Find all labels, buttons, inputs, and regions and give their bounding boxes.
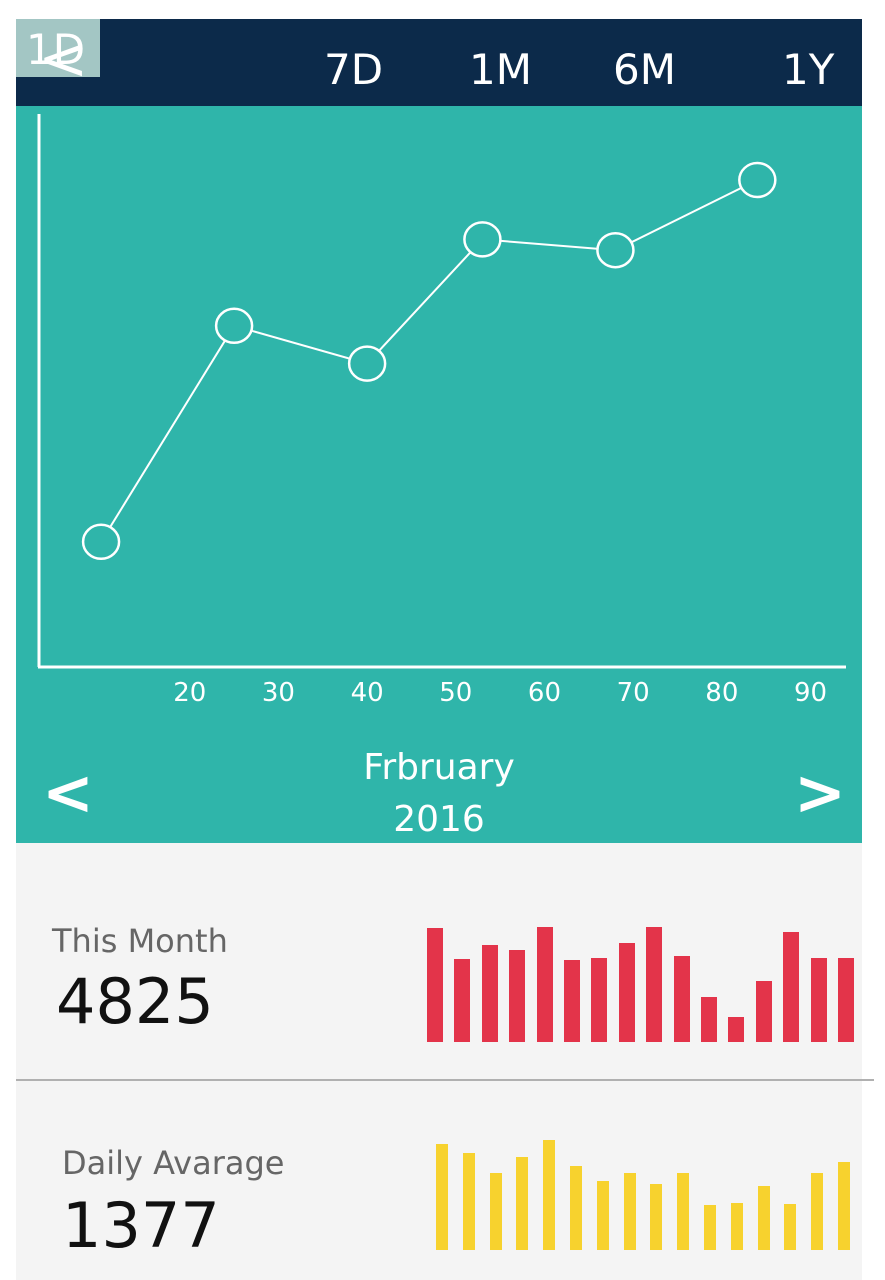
bar [838, 1162, 850, 1250]
x-tick-label: 60 [528, 678, 561, 708]
bar [701, 997, 717, 1042]
range-tab-7d[interactable]: 7D [324, 49, 383, 91]
bar [618, 942, 635, 1042]
data-point [738, 161, 777, 199]
bar [810, 957, 827, 1042]
bar [536, 926, 553, 1042]
bar [730, 1202, 743, 1250]
bar [509, 950, 526, 1042]
this-month-label: This Month [52, 922, 228, 960]
x-tick-label: 90 [794, 678, 827, 708]
x-tick-label: 30 [262, 678, 295, 708]
bar [516, 1156, 529, 1250]
range-tab-1y[interactable]: 1Y [782, 49, 834, 91]
this-month-panel: This Month 4825 [16, 843, 862, 1079]
data-point [596, 231, 635, 269]
year-label: 2016 [393, 799, 485, 840]
this-month-value: 4825 [56, 965, 214, 1038]
previous-month-button[interactable]: < [42, 762, 94, 824]
bar [673, 956, 690, 1042]
bar [462, 1153, 475, 1250]
bar [591, 957, 608, 1042]
bar [543, 1140, 556, 1250]
bar [784, 1203, 797, 1250]
bar [436, 1144, 448, 1250]
bar [454, 958, 471, 1042]
x-tick-label: 80 [705, 678, 738, 708]
line-chart: 20 30 40 50 60 70 80 90 [37, 114, 846, 708]
daily-average-panel: Daily Avarage 1377 [16, 1081, 862, 1280]
month-label: Frbruary [363, 747, 515, 788]
bar [755, 981, 772, 1042]
range-tab-6m[interactable]: 6M [613, 49, 676, 91]
bar [646, 926, 663, 1042]
x-tick-label: 20 [173, 678, 206, 708]
bar [838, 957, 854, 1042]
x-tick-label: 50 [439, 678, 472, 708]
bar [489, 1173, 502, 1250]
range-tab-1d-label: 1D [26, 25, 86, 74]
series-line [100, 179, 758, 543]
bar [677, 1173, 690, 1250]
line-chart-panel: 20 30 40 50 60 70 80 90 Frbruary 2016 < > [16, 106, 862, 843]
bar [783, 931, 800, 1042]
x-tick-label: 40 [351, 678, 384, 708]
daily-average-value: 1377 [62, 1189, 220, 1262]
daily-average-label: Daily Avarage [62, 1144, 285, 1182]
bar [570, 1166, 582, 1250]
bar [650, 1184, 663, 1250]
data-point [214, 307, 254, 345]
next-month-button[interactable]: > [794, 762, 846, 824]
bar [427, 927, 443, 1042]
bar [596, 1180, 609, 1250]
bar [728, 1017, 745, 1042]
bar [623, 1173, 636, 1250]
top-bar: < 1D 7D 1M 6M 1Y [16, 19, 862, 106]
data-point [463, 221, 502, 258]
bar [811, 1173, 824, 1250]
data-point [347, 345, 387, 382]
bar [704, 1204, 716, 1250]
bar [564, 960, 580, 1042]
bar [481, 945, 498, 1042]
x-tick-label: 70 [617, 678, 650, 708]
bar [757, 1186, 770, 1250]
range-tab-1m[interactable]: 1M [469, 49, 532, 91]
data-point [81, 523, 121, 561]
